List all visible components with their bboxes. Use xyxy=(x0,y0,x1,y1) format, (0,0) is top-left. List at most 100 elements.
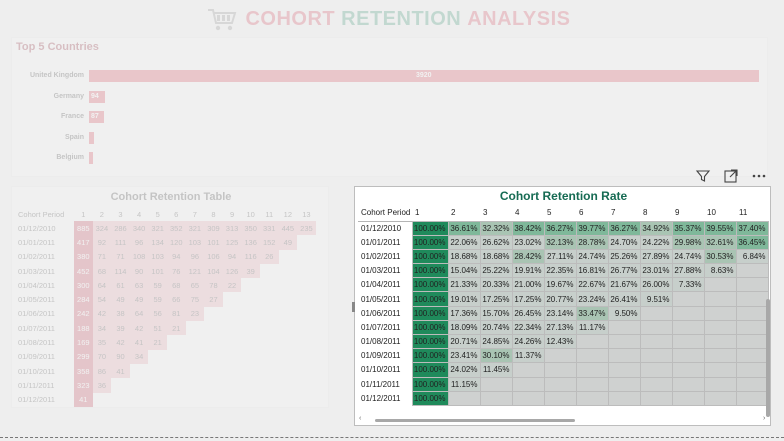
column-header[interactable]: 5 xyxy=(544,205,576,221)
count-cell xyxy=(204,364,223,378)
count-cell: 90 xyxy=(111,349,130,364)
retention-rate-cell: 37.40% xyxy=(735,220,769,236)
country-row: France 87 xyxy=(12,110,769,124)
column-header: 3 xyxy=(118,209,123,219)
retention-rate-cell: 38.42% xyxy=(511,220,545,236)
count-cell: 121 xyxy=(185,263,205,279)
cohort-period-cell: 01/07/2011 xyxy=(358,320,412,335)
retention-rate-cell: 20.33% xyxy=(479,277,513,293)
table-row: 01/01/2011 417 92 111 96 134 120 103 101 125 136 15… xyxy=(16,235,316,250)
country-bar[interactable] xyxy=(89,131,95,144)
count-cell: 101 xyxy=(204,235,223,250)
retention-rate-cell: 32.13% xyxy=(543,234,577,250)
count-cell xyxy=(204,350,223,364)
count-cell: 49 xyxy=(111,292,130,307)
count-cell: 36 xyxy=(92,378,112,393)
retention-rate-cell xyxy=(735,333,769,350)
retention-rate-cell: 100.00% xyxy=(411,234,449,250)
count-cell: 59 xyxy=(148,292,167,307)
filter-icon[interactable] xyxy=(695,168,711,184)
count-cell xyxy=(167,378,186,392)
retention-rate-cell: 8.63% xyxy=(703,263,737,279)
count-cell: 94 xyxy=(166,249,186,264)
count-cell: 68 xyxy=(92,263,112,279)
count-cell: 54 xyxy=(92,292,112,307)
cohort-period-cell: 01/01/2011 xyxy=(358,235,412,250)
column-header[interactable]: 10 xyxy=(704,205,736,221)
scroll-left-icon[interactable]: ‹ xyxy=(359,415,361,422)
count-cell: 49 xyxy=(278,235,298,250)
horizontal-scroll-thumb[interactable] xyxy=(375,419,575,422)
count-cell xyxy=(260,292,279,306)
count-cell: 41 xyxy=(74,392,93,407)
count-cell: 42 xyxy=(111,335,130,350)
retention-rate-cell: 100.00% xyxy=(411,376,449,392)
cohort-period-cell: 01/09/2011 xyxy=(18,352,55,362)
retention-rate-cell xyxy=(671,376,705,392)
table-row: 01/10/2011 358 86 41 xyxy=(16,363,316,379)
resize-handle[interactable] xyxy=(352,302,355,312)
count-cell xyxy=(297,393,316,407)
table-row: 01/09/2011 100.00% 23.41% 30.10% 11.37% xyxy=(358,348,769,364)
count-cell xyxy=(204,335,223,349)
column-header[interactable]: 11 xyxy=(736,205,768,221)
cohort-period-cell: 01/11/2011 xyxy=(18,380,55,390)
shopping-cart-icon xyxy=(208,9,237,31)
count-cell: 188 xyxy=(74,321,93,336)
country-bar-label: 3920 xyxy=(416,72,432,79)
cohort-period-cell: 01/09/2011 xyxy=(358,348,412,363)
count-cell: 21 xyxy=(166,321,186,336)
count-cell: 71 xyxy=(111,249,130,264)
retention-rate-cell: 22.34% xyxy=(511,319,545,336)
column-header[interactable]: 1 xyxy=(412,205,448,221)
more-options-icon[interactable] xyxy=(751,168,767,184)
top-countries-visual[interactable]: Top 5 Countries United Kingdom 3920 German… xyxy=(11,37,768,177)
retention-rate-cell: 32.61% xyxy=(703,234,737,250)
table-row: 01/04/2011 100.00% 21.33% 20.33% 21.00% 19.67… xyxy=(358,277,769,293)
retention-rate-cell: 23.41% xyxy=(447,348,481,364)
column-header[interactable]: 3 xyxy=(480,205,512,221)
column-header[interactable]: 7 xyxy=(608,205,640,221)
retention-rate-cell: 30.10% xyxy=(479,348,513,364)
column-header: 1 xyxy=(81,209,86,219)
scroll-right-icon[interactable]: › xyxy=(763,415,765,422)
column-header[interactable]: 6 xyxy=(576,205,608,221)
count-cell xyxy=(297,250,316,264)
country-row: United Kingdom 3920 xyxy=(12,69,769,83)
retention-rate-cell: 22.35% xyxy=(543,263,577,279)
retention-rate-cell: 100.00% xyxy=(411,390,449,406)
column-header[interactable]: 9 xyxy=(672,205,704,221)
retention-rate-cell: 21.00% xyxy=(511,277,545,293)
count-cell xyxy=(241,364,260,378)
country-bar[interactable] xyxy=(89,152,94,164)
retention-rate-cell xyxy=(735,319,769,336)
count-cell xyxy=(130,378,149,392)
cohort-retention-rate-visual[interactable]: Cohort Retention Rate Cohort Period 1 2 3 4 5… xyxy=(352,186,771,426)
horizontal-scrollbar[interactable]: ‹ › xyxy=(359,415,765,423)
vertical-scrollbar[interactable] xyxy=(766,299,770,417)
country-bar-label: 87 xyxy=(91,113,99,120)
retention-rate-cell: 6.84% xyxy=(735,248,769,265)
cohort-period-cell: 01/01/2011 xyxy=(18,237,55,247)
count-cell xyxy=(130,364,149,378)
count-cell: 300 xyxy=(74,278,93,293)
country-row: Spain xyxy=(12,131,769,145)
column-header-period[interactable]: Cohort Period xyxy=(358,205,412,221)
retention-rate-cell xyxy=(639,362,673,378)
column-header[interactable]: 4 xyxy=(512,205,544,221)
retention-rate-cell: 100.00% xyxy=(411,348,449,364)
cohort-retention-table-visual[interactable]: Cohort Retention Table Cohort Period 1 2 3 4… xyxy=(11,186,329,408)
count-cell: 101 xyxy=(148,263,167,279)
count-cell: 61 xyxy=(111,278,130,293)
retention-rate-cell xyxy=(671,319,705,336)
column-header[interactable]: 8 xyxy=(640,205,672,221)
count-cell: 235 xyxy=(297,221,316,236)
count-cell: 23 xyxy=(185,306,205,322)
retention-rate-cell xyxy=(703,277,737,293)
column-header[interactable]: 2 xyxy=(448,205,480,221)
retention-rate-cell: 11.45% xyxy=(479,362,513,378)
column-header: 7 xyxy=(192,209,197,219)
count-cell xyxy=(279,364,298,378)
table-row: 01/05/2011 100.00% 19.01% 17.25% 17.25% 20.77… xyxy=(358,291,769,307)
focus-mode-icon[interactable] xyxy=(723,168,739,184)
